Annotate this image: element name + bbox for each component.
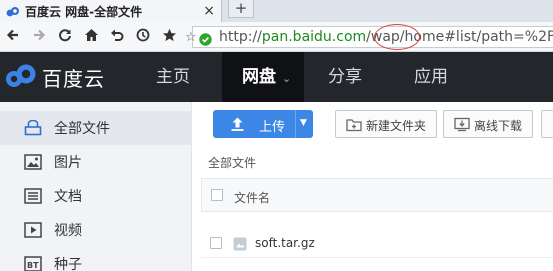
bookmark-star-icon[interactable]: [160, 28, 178, 46]
url-path: /home#list/path=%2F: [399, 29, 553, 45]
forward-icon[interactable]: [30, 28, 48, 46]
column-header-filename[interactable]: 文件名: [234, 189, 270, 206]
undo-icon[interactable]: [108, 28, 126, 46]
sidebar-item-label: 文档: [54, 189, 82, 205]
nav-home[interactable]: 主页: [140, 52, 206, 102]
sidebar-item-all-files[interactable]: 全部文件: [0, 111, 192, 145]
new-tab-button[interactable]: +: [228, 0, 254, 18]
baidu-cloud-favicon-icon: [6, 4, 20, 18]
app-logo-text[interactable]: 百度云: [42, 63, 105, 92]
more-toolbar-button[interactable]: [541, 110, 553, 138]
archive-file-icon: [233, 236, 247, 251]
nav-share-label: 分享: [328, 67, 362, 87]
upload-dropdown-icon[interactable]: ▼: [300, 118, 307, 128]
nav-apps[interactable]: 应用: [398, 52, 464, 102]
back-icon[interactable]: [4, 28, 22, 46]
nav-apps-label: 应用: [414, 67, 448, 87]
new-folder-button[interactable]: 新建文件夹: [335, 110, 437, 138]
history-clock-icon[interactable]: [134, 28, 152, 46]
sidebar-item-images[interactable]: 图片: [0, 145, 192, 179]
sidebar-item-label: 图片: [54, 155, 82, 171]
new-folder-icon: [346, 117, 362, 132]
address-bar[interactable]: ☆ http://pan.baidu.com/wap/home#list/pat…: [185, 24, 553, 50]
sidebar-item-label: 视频: [54, 223, 82, 239]
app-header: 百度云 主页 网盘 ⌄ 分享 应用: [0, 52, 553, 102]
folder-icon: [24, 119, 42, 136]
browser-tab-strip: 百度云 网盘-全部文件 × +: [0, 0, 553, 22]
tab-title: 百度云 网盘-全部文件: [25, 4, 143, 19]
select-all-checkbox[interactable]: [211, 189, 223, 201]
sidebar-item-label: 全部文件: [54, 121, 110, 137]
row-checkbox[interactable]: [210, 237, 222, 249]
main-content: 上传 ▼ 新建文件夹 离线下载 全部文件 文件名 soft.tar.gz: [193, 102, 553, 271]
baidu-cloud-logo-icon[interactable]: [4, 63, 38, 89]
breadcrumb[interactable]: 全部文件: [208, 154, 256, 171]
torrent-icon: BT: [24, 256, 42, 271]
upload-button[interactable]: 上传 ▼: [213, 110, 313, 138]
table-row[interactable]: soft.tar.gz: [201, 228, 553, 258]
sidebar-item-torrents[interactable]: BT 种子: [0, 247, 192, 271]
sidebar: 全部文件 图片 文档 视频 BT 种子: [0, 102, 192, 271]
red-circle-annotation: [374, 24, 420, 50]
browser-tab[interactable]: 百度云 网盘-全部文件 ×: [0, 0, 222, 22]
chevron-down-icon: ⌄: [282, 72, 292, 85]
nav-netdisk[interactable]: 网盘 ⌄: [222, 52, 304, 102]
reload-icon[interactable]: [56, 28, 74, 46]
upload-arrow-icon: [230, 116, 245, 132]
new-folder-label: 新建文件夹: [366, 119, 427, 133]
page-star-icon[interactable]: ☆: [185, 30, 197, 45]
tab-close-icon[interactable]: ×: [203, 3, 215, 19]
image-icon: [24, 154, 42, 170]
home-icon[interactable]: [82, 28, 100, 46]
offline-download-button[interactable]: 离线下载: [443, 110, 533, 138]
nav-netdisk-label: 网盘: [242, 67, 276, 87]
svg-text:BT: BT: [27, 261, 39, 270]
upload-button-label: 上传: [259, 120, 286, 135]
url-scheme: http://: [219, 29, 262, 45]
file-name[interactable]: soft.tar.gz: [255, 236, 315, 250]
offline-download-label: 离线下载: [474, 119, 523, 133]
browser-toolbar: ☆ http://pan.baidu.com/wap/home#list/pat…: [0, 22, 553, 52]
secure-shield-icon: [199, 31, 212, 46]
video-icon: [24, 222, 42, 238]
document-icon: [24, 188, 42, 204]
sidebar-item-documents[interactable]: 文档: [0, 179, 192, 213]
file-list-header: 文件名: [201, 178, 553, 212]
url-host: pan.baidu.com: [261, 29, 367, 45]
sidebar-item-label: 种子: [54, 257, 82, 271]
sidebar-item-videos[interactable]: 视频: [0, 213, 192, 247]
offline-download-icon: [454, 117, 470, 132]
nav-home-label: 主页: [156, 67, 190, 87]
nav-share[interactable]: 分享: [312, 52, 378, 102]
upload-split-divider: [295, 110, 296, 138]
